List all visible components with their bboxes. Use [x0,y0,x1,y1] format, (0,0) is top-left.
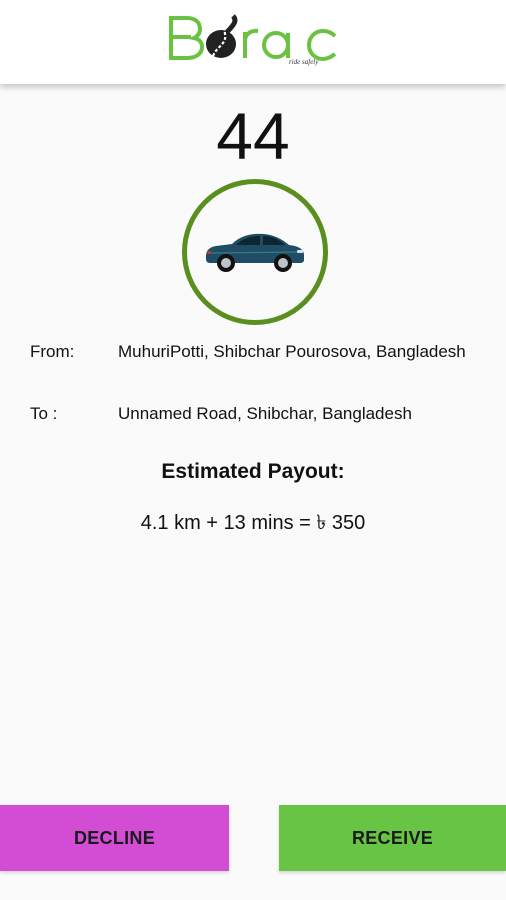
decline-button[interactable]: DECLINE [0,805,229,871]
vehicle-badge [182,179,328,325]
estimated-payout-title: Estimated Payout: [161,460,345,483]
logo-tagline: ride safely [289,58,319,66]
from-label: From: [30,342,75,361]
receive-button[interactable]: RECEIVE [279,805,506,871]
car-icon [206,233,304,272]
from-address: MuhuriPotti, Shibchar Pourosova, Banglad… [118,342,466,361]
to-address: Unnamed Road, Shibchar, Bangladesh [118,404,412,423]
app-header: ride safely [0,0,506,84]
to-label: To : [30,404,58,423]
countdown-timer: 44 [216,99,290,173]
estimated-payout-value: 4.1 km + 13 mins = ৳ 350 [140,512,366,534]
